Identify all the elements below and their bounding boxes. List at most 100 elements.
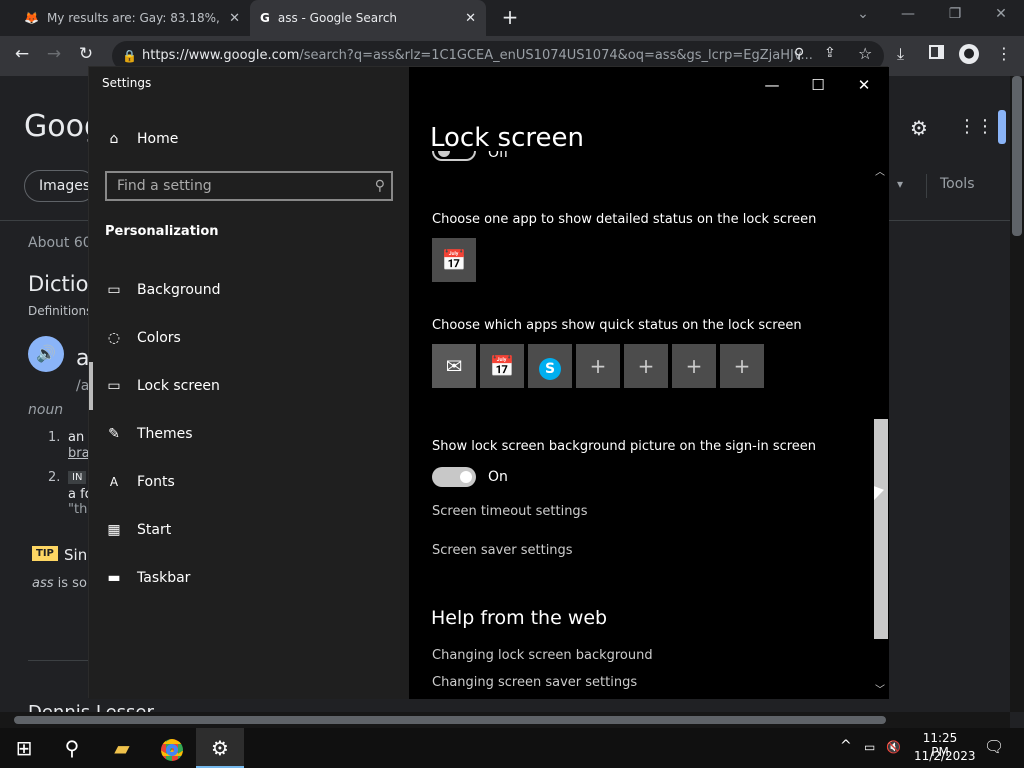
dropdown-caret-icon[interactable]: ▾ xyxy=(897,177,903,191)
plus-icon[interactable]: + xyxy=(624,344,668,388)
search-icon[interactable]: ⚲ xyxy=(48,728,96,768)
tip-text: Sin xyxy=(64,546,88,564)
minimize-button[interactable]: — xyxy=(749,71,795,99)
plus-icon[interactable]: + xyxy=(672,344,716,388)
prev-toggle-row: Off xyxy=(432,151,872,171)
mail-icon[interactable]: ✉ xyxy=(432,344,476,388)
calendar-icon[interactable]: 📅 xyxy=(432,238,476,282)
help-link[interactable]: Changing lock screen background xyxy=(432,648,653,663)
nav-label: Colors xyxy=(137,330,181,346)
nav-label: Fonts xyxy=(137,474,175,490)
page-title: Lock screen xyxy=(430,123,584,153)
nav-themes[interactable]: ✎ Themes xyxy=(89,410,409,458)
nav-taskbar[interactable]: ▬ Taskbar xyxy=(89,554,409,602)
url-host: https://www.google.com xyxy=(142,48,300,63)
prev-toggle[interactable] xyxy=(432,151,476,161)
images-tab[interactable]: Images xyxy=(24,170,96,202)
chrome-icon[interactable] xyxy=(148,728,196,768)
download-icon[interactable]: ⤓ xyxy=(897,44,904,64)
network-icon[interactable]: ▭ xyxy=(864,740,875,754)
clock-date[interactable]: 11/2/2023 xyxy=(914,749,976,763)
help-link[interactable]: Changing screen saver settings xyxy=(432,675,637,690)
informal-badge: IN xyxy=(68,471,87,484)
nav-start[interactable]: ▦ Start xyxy=(89,506,409,554)
tab-title: ass - Google Search xyxy=(277,11,398,25)
speaker-icon[interactable]: 🔊 xyxy=(28,336,64,372)
notifications-icon[interactable]: 🗨 xyxy=(984,737,1004,756)
location-icon[interactable]: ⚲ xyxy=(794,46,804,62)
tools-tab[interactable]: Tools xyxy=(940,176,975,192)
screen-timeout-link[interactable]: Screen timeout settings xyxy=(432,504,587,519)
sign-in-button-edge[interactable] xyxy=(998,110,1006,144)
tray-chevron-icon[interactable]: ^ xyxy=(840,738,852,754)
fonts-icon: A xyxy=(109,475,119,489)
browser-close-button[interactable]: ✕ xyxy=(983,6,1019,22)
nav-label: Home xyxy=(137,131,179,147)
back-icon[interactable]: ← xyxy=(10,44,34,64)
nav-colors[interactable]: ◌ Colors xyxy=(89,314,409,362)
google-settings-gear-icon[interactable]: ⚙ xyxy=(910,116,928,140)
tab-close-icon[interactable]: ✕ xyxy=(465,11,476,26)
settings-window: Settings ⌂ Home Find a setting ⚲ Persona… xyxy=(88,66,889,699)
windows-start-icon[interactable]: ⊞ xyxy=(0,728,48,768)
maximize-button[interactable]: ☐ xyxy=(795,71,841,99)
reload-icon[interactable]: ↻ xyxy=(74,44,98,64)
bookmark-star-icon[interactable]: ☆ xyxy=(858,44,872,63)
plus-icon[interactable]: + xyxy=(576,344,620,388)
tab-search-icon[interactable]: ⌄ xyxy=(845,6,881,22)
page-scrollbar-thumb[interactable] xyxy=(1012,76,1022,236)
plus-icon[interactable]: + xyxy=(720,344,764,388)
screen-saver-link[interactable]: Screen saver settings xyxy=(432,543,573,558)
forward-icon[interactable]: → xyxy=(42,44,66,64)
page-hscrollbar-thumb[interactable] xyxy=(14,716,886,724)
nav-label: Start xyxy=(137,522,172,538)
browser-tab-strip: 🦊 My results are: Gay: 83.18%, Bise ✕ G … xyxy=(0,0,1024,36)
signin-background-label: Show lock screen background picture on t… xyxy=(432,439,817,454)
close-button[interactable]: ✕ xyxy=(841,71,887,99)
browser-tab-google[interactable]: G ass - Google Search ✕ xyxy=(250,0,486,36)
definition-link[interactable]: bra xyxy=(68,446,90,461)
browser-minimize-button[interactable]: — xyxy=(890,6,926,22)
new-tab-button[interactable]: + xyxy=(498,6,522,30)
tip-subtext: ass is so xyxy=(32,576,87,591)
definition-text: an xyxy=(68,430,85,445)
volume-muted-icon[interactable]: 🔇 xyxy=(886,740,901,754)
firefox-fox-icon: 🦊 xyxy=(24,11,39,25)
nav-fonts[interactable]: A Fonts xyxy=(89,458,409,506)
file-explorer-icon[interactable]: ▰ xyxy=(98,728,146,768)
help-heading: Help from the web xyxy=(431,607,608,629)
skype-icon[interactable]: S xyxy=(528,344,572,388)
nav-home[interactable]: ⌂ Home xyxy=(89,115,409,163)
search-icon: ⚲ xyxy=(374,178,385,194)
quick-status-label: Choose which apps show quick status on t… xyxy=(432,318,802,333)
definition-number: 2. xyxy=(48,470,61,485)
lock-screen-content: — ☐ ✕ Lock screen Off Choose one app to … xyxy=(409,67,889,699)
url-path: /search?q=ass&rlz=1C1GCEA_enUS1074US1074… xyxy=(299,48,813,63)
profile-avatar-icon[interactable]: ● xyxy=(959,44,979,64)
find-setting-input[interactable]: Find a setting ⚲ xyxy=(105,171,393,201)
search-placeholder: Find a setting xyxy=(117,178,212,194)
settings-scrollbar-thumb[interactable] xyxy=(874,419,888,639)
detailed-status-label: Choose one app to show detailed status o… xyxy=(432,212,817,227)
calendar-icon[interactable]: 📅 xyxy=(480,344,524,388)
google-g-icon: G xyxy=(260,11,270,25)
tab-close-icon[interactable]: ✕ xyxy=(229,11,240,26)
window-title: Settings xyxy=(102,76,152,90)
dictionary-title: Dictio xyxy=(28,272,89,296)
side-panel-icon[interactable] xyxy=(929,45,944,59)
share-icon[interactable]: ⇪ xyxy=(824,45,836,61)
part-of-speech: noun xyxy=(28,402,64,418)
browser-menu-icon[interactable]: ⋮ xyxy=(996,44,1012,63)
taskbar-icon: ▬ xyxy=(107,570,121,586)
settings-gear-icon[interactable]: ⚙ xyxy=(196,728,244,768)
browser-tab-results[interactable]: 🦊 My results are: Gay: 83.18%, Bise ✕ xyxy=(14,0,250,36)
scroll-down-icon[interactable]: ﹀ xyxy=(875,681,885,696)
image-icon: ▭ xyxy=(107,282,121,298)
nav-lock-screen[interactable]: ▭ Lock screen xyxy=(89,362,409,410)
google-apps-icon[interactable]: ⋮⋮ xyxy=(958,116,994,137)
scroll-up-icon[interactable]: ︿ xyxy=(875,163,885,178)
nav-background[interactable]: ▭ Background xyxy=(89,266,409,314)
signin-background-toggle[interactable] xyxy=(432,467,476,487)
divider xyxy=(926,174,927,198)
browser-restore-button[interactable]: ❐ xyxy=(937,6,973,22)
